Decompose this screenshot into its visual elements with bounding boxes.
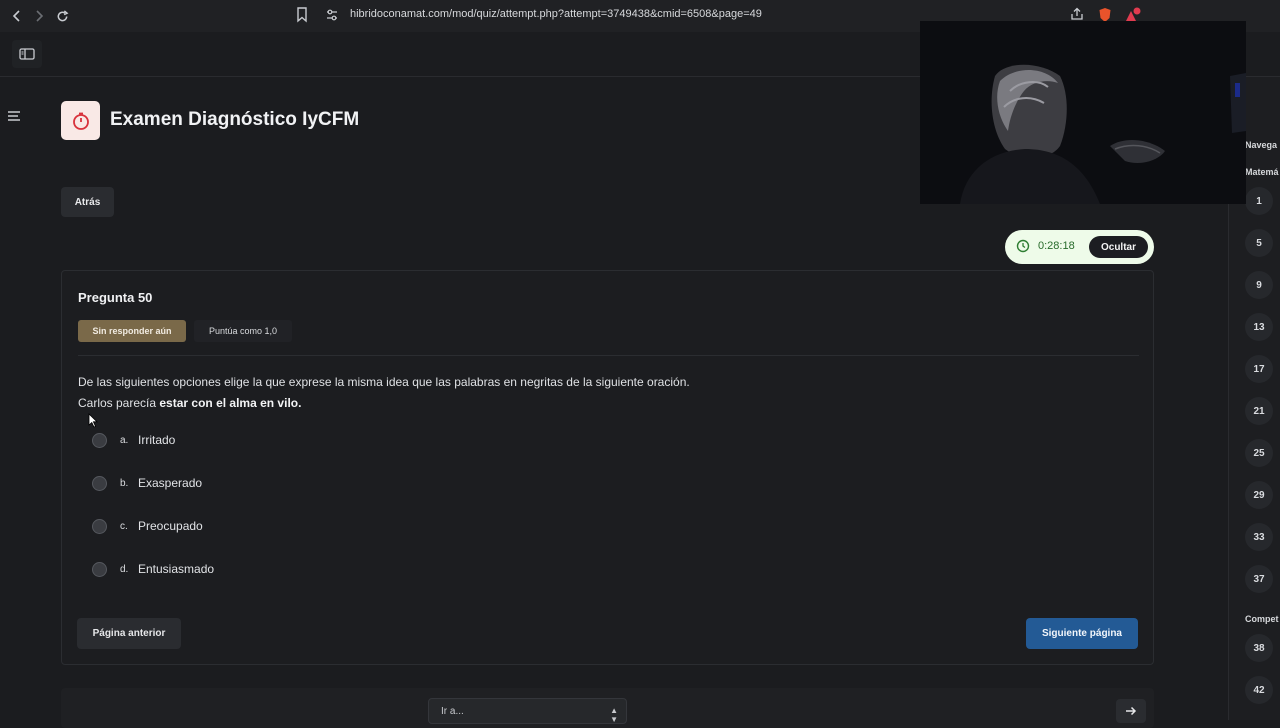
quiz-nav-section-label: Matemá: [1245, 167, 1279, 177]
quiz-nav-question-button[interactable]: 42: [1245, 676, 1273, 704]
question-grade-badge: Puntúa como 1,0: [194, 320, 292, 342]
radio-button[interactable]: [92, 518, 107, 534]
prompt-line: De las siguientes opciones elige la que …: [78, 375, 690, 389]
drawer-toggle-button[interactable]: [12, 40, 42, 68]
timer-value: 0:28:18: [1038, 240, 1075, 252]
quiz-nav-question-button[interactable]: 13: [1245, 313, 1273, 341]
radio-button[interactable]: [92, 432, 107, 448]
quiz-nav-question-button[interactable]: 29: [1245, 481, 1273, 509]
question-card: Pregunta 50 Sin responder aún Puntúa com…: [61, 270, 1154, 665]
quiz-nav-question-button[interactable]: 5: [1245, 229, 1273, 257]
jump-to-placeholder: Ir a...: [441, 706, 464, 717]
radio-button[interactable]: [92, 561, 107, 577]
quiz-nav-question-button[interactable]: 17: [1245, 355, 1273, 383]
sidebar-icon: [19, 48, 35, 60]
webcam-overlay: [920, 21, 1246, 204]
prompt-sentence-bold: estar con el alma en vilo.: [159, 396, 302, 410]
next-page-button[interactable]: Siguiente página: [1026, 618, 1138, 649]
quiz-nav-question-button[interactable]: 25: [1245, 439, 1273, 467]
quiz-nav-heading: Navega: [1245, 140, 1278, 150]
course-index-menu-icon[interactable]: [6, 108, 26, 126]
jump-to-select[interactable]: Ir a... ▲ ▼: [428, 698, 627, 724]
arrow-right-icon: [1126, 706, 1137, 716]
quiz-nav-question-button[interactable]: 9: [1245, 271, 1273, 299]
page-title: Examen Diagnóstico IyCFM: [110, 109, 360, 130]
prompt-sentence: Carlos parecía estar con el alma en vilo…: [78, 393, 690, 414]
back-button[interactable]: Atrás: [61, 187, 114, 217]
bookmark-icon[interactable]: [296, 7, 308, 28]
quiz-nav-section-label: Compet: [1245, 614, 1279, 624]
option-text[interactable]: Preocupado: [138, 519, 203, 533]
option-text[interactable]: Exasperado: [138, 476, 202, 490]
question-prompt: De las siguientes opciones elige la que …: [78, 372, 690, 414]
mouse-cursor-icon: [88, 413, 98, 433]
select-caret-icon: ▲ ▼: [610, 706, 618, 724]
hide-timer-button[interactable]: Ocultar: [1089, 236, 1148, 258]
reload-icon[interactable]: [51, 5, 73, 27]
quiz-nav-question-button[interactable]: 38: [1245, 634, 1273, 662]
forward-arrow-icon[interactable]: [28, 5, 50, 27]
quiz-nav-question-button[interactable]: 1: [1245, 187, 1273, 215]
address-bar-url[interactable]: hibridoconamat.com/mod/quiz/attempt.php?…: [350, 8, 762, 20]
question-number: Pregunta 50: [78, 290, 153, 305]
quiz-timer-icon: [61, 101, 100, 140]
radio-button[interactable]: [92, 475, 107, 491]
clock-icon: [1016, 239, 1030, 258]
quiz-nav-question-button[interactable]: 37: [1245, 565, 1273, 593]
answer-option-d[interactable]: d. Entusiasmado: [92, 559, 214, 579]
question-state-badge: Sin responder aún: [78, 320, 186, 342]
option-letter: a.: [120, 434, 129, 446]
answer-option-a[interactable]: a. Irritado: [92, 430, 175, 450]
prompt-sentence-plain: Carlos parecía: [78, 396, 160, 410]
option-text[interactable]: Irritado: [138, 433, 175, 447]
divider: [78, 355, 1139, 356]
quiz-nav-question-button[interactable]: 33: [1245, 523, 1273, 551]
quiz-nav-question-button[interactable]: 21: [1245, 397, 1273, 425]
previous-page-button[interactable]: Página anterior: [77, 618, 181, 649]
quiz-timer: 0:28:18 Ocultar: [1005, 230, 1154, 264]
back-arrow-icon[interactable]: [6, 5, 28, 27]
option-letter: d.: [120, 563, 129, 575]
site-settings-icon[interactable]: [325, 8, 339, 27]
webcam-person-image: [920, 21, 1246, 204]
jump-go-button[interactable]: [1116, 699, 1146, 723]
option-letter: b.: [120, 477, 129, 489]
answer-option-b[interactable]: b. Exasperado: [92, 473, 202, 493]
option-text[interactable]: Entusiasmado: [138, 562, 214, 576]
answer-option-c[interactable]: c. Preocupado: [92, 516, 203, 536]
option-letter: c.: [120, 520, 128, 532]
